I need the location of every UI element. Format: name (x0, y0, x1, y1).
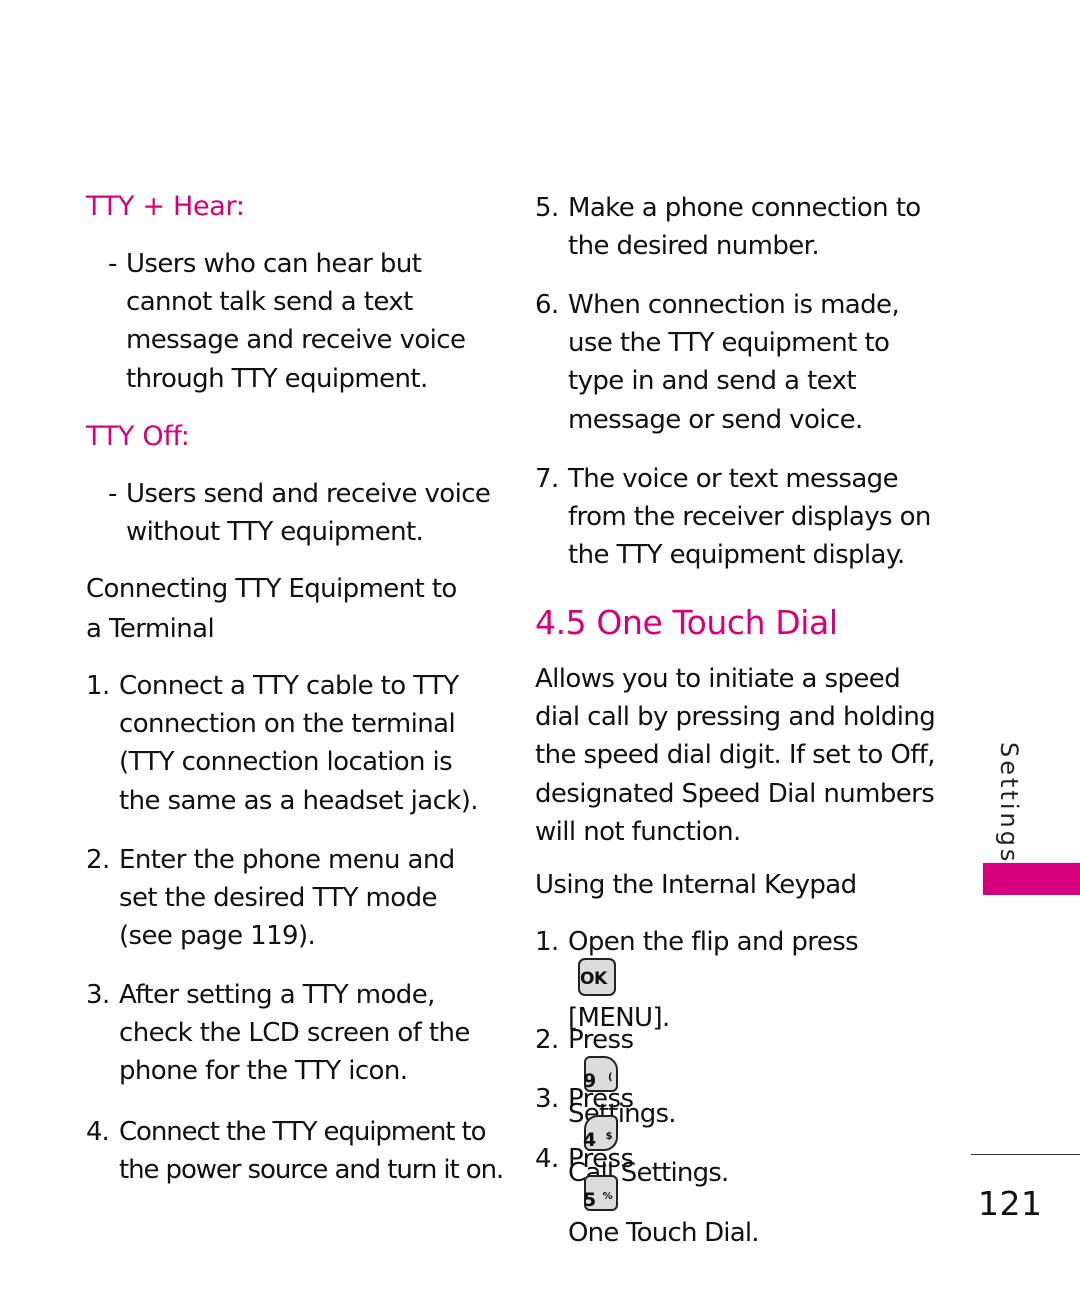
step-number: 1. (86, 671, 110, 701)
footer-divider (971, 1154, 1080, 1155)
text-line: the same as a headset jack). (119, 785, 479, 816)
tty-off-heading: TTY Off: (86, 421, 190, 452)
heading-line: a Terminal (86, 614, 215, 644)
keypad-step-4: 4. Press 5% One Touch Dial. (535, 1140, 760, 1252)
heading-line: Connecting TTY Equipment to (86, 574, 457, 604)
tty-off-description: - Users send and receive voice without T… (108, 475, 491, 551)
text-line: without TTY equipment. (126, 517, 424, 548)
step-text: Press (568, 1144, 634, 1174)
text-line: connection on the terminal (119, 709, 456, 740)
page-number: 121 (978, 1184, 1043, 1223)
text-line: Connect the TTY equipment to (119, 1117, 487, 1147)
key-5-icon: 5% (583, 1175, 618, 1212)
text-line: (see page 119). (119, 921, 316, 952)
text-line: type in and send a text (568, 366, 857, 397)
text-line: (TTY connection location is (119, 747, 453, 778)
section-title-one-touch-dial: 4.5 One Touch Dial (535, 603, 838, 642)
bullet-dash: - (108, 249, 117, 279)
text-line: the TTY equipment display. (568, 540, 905, 571)
connecting-step-1: 1. Connect a TTY cable to TTY connection… (86, 667, 479, 820)
text-line: message and receive voice (126, 325, 466, 356)
text-line: phone for the TTY icon. (119, 1056, 408, 1087)
text-line: Users send and receive voice (126, 479, 491, 509)
text-line: cannot talk send a text (126, 287, 413, 318)
text-line: Connect a TTY cable to TTY (119, 671, 459, 701)
step-text: Press (568, 1084, 634, 1114)
text-line: set the desired TTY mode (119, 883, 437, 914)
text-line: check the LCD screen of the (119, 1018, 470, 1049)
step-number: 3. (86, 980, 110, 1010)
text-line: The voice or text message (568, 464, 899, 494)
side-tab-label: Settings (995, 742, 1023, 865)
tty-hear-heading: TTY + Hear: (86, 191, 245, 222)
text-line: will not function. (535, 816, 741, 847)
text-line: from the receiver displays on (568, 502, 931, 533)
tty-hear-description: - Users who can hear but cannot talk sen… (108, 245, 466, 398)
text-line: When connection is made, (568, 290, 900, 320)
one-touch-dial-description: Allows you to initiate a speed dial call… (535, 660, 936, 851)
step-text-line: Press 5% One Touch Dial. (568, 1140, 760, 1252)
connecting-step-4: 4. Connect the TTY equipment to the powe… (86, 1113, 504, 1189)
text-line: designated Speed Dial numbers (535, 778, 935, 809)
text-line: Allows you to initiate a speed (535, 664, 901, 694)
text-line: through TTY equipment. (126, 363, 428, 394)
menu-target-one-touch-dial: One Touch Dial. (568, 1218, 760, 1249)
side-tab-marker (983, 863, 1080, 895)
connecting-step-3: 3. After setting a TTY mode, check the L… (86, 976, 470, 1091)
text-line: the speed dial digit. If set to Off, (535, 740, 936, 771)
connecting-tty-heading: Connecting TTY Equipment to a Terminal (86, 569, 457, 649)
text-line: Enter the phone menu and (119, 845, 455, 875)
key-symbol: % (602, 1191, 613, 1203)
step-number: 7. (535, 464, 559, 494)
step-number: 5. (535, 193, 559, 223)
tty-step-5: 5. Make a phone connection to the desire… (535, 189, 921, 265)
internal-keypad-heading: Using the Internal Keypad (535, 870, 857, 900)
text-line: use the TTY equipment to (568, 328, 890, 359)
ok-key-icon: OK (578, 958, 616, 997)
bullet-dash: - (108, 479, 117, 509)
step-number: 4. (535, 1144, 559, 1174)
text-line: the desired number. (568, 231, 820, 262)
tty-step-7: 7. The voice or text message from the re… (535, 460, 931, 575)
step-number: 6. (535, 290, 559, 320)
step-text: Press (568, 1025, 634, 1055)
text-line: After setting a TTY mode, (119, 980, 435, 1010)
text-line: message or send voice. (568, 404, 863, 435)
tty-step-6: 6. When connection is made, use the TTY … (535, 286, 900, 439)
text-line: Make a phone connection to (568, 193, 921, 223)
step-number: 4. (86, 1117, 110, 1147)
step-text-line: Open the flip and press OK (568, 923, 859, 999)
text-line: the power source and turn it on. (119, 1155, 504, 1186)
text-line: dial call by pressing and holding (535, 702, 936, 733)
connecting-step-2: 2. Enter the phone menu and set the desi… (86, 841, 455, 956)
step-text: Open the flip and press (568, 927, 859, 957)
text-line: Users who can hear but (126, 249, 422, 279)
step-number: 2. (86, 845, 110, 875)
